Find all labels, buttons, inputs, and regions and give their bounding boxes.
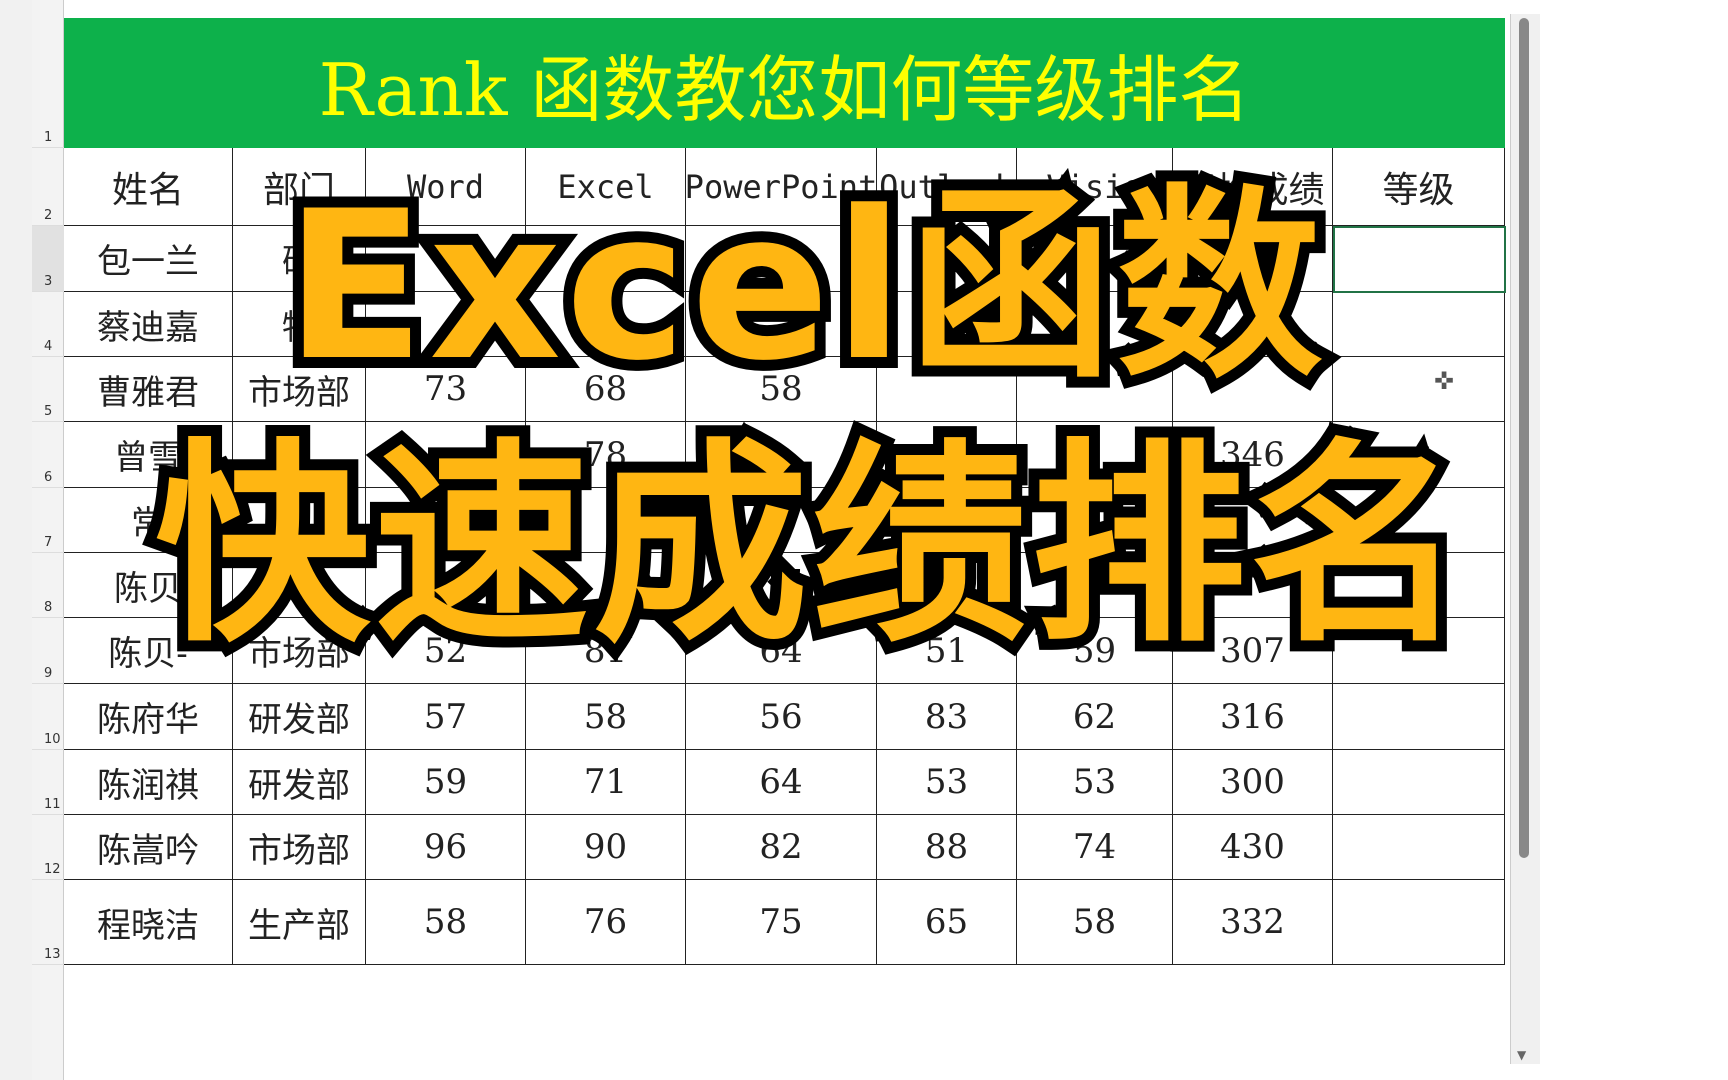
row-header[interactable]: 9 — [32, 618, 64, 684]
table-cell[interactable] — [1333, 684, 1505, 750]
table-cell[interactable]: 53 — [1017, 750, 1173, 815]
table-cell[interactable] — [1333, 292, 1505, 357]
table-cell[interactable]: 74 — [1017, 815, 1173, 880]
table-cell[interactable]: 研发部 — [233, 750, 366, 815]
table-cell[interactable]: 研发部 — [233, 684, 366, 750]
row-header[interactable]: 7 — [32, 488, 64, 553]
overlay-headline-2: 快速成绩排名 — [144, 420, 1476, 671]
table-cell[interactable]: 64 — [686, 750, 877, 815]
row-header[interactable]: 3 — [32, 226, 64, 292]
table-cell[interactable]: 58 — [366, 880, 526, 965]
row-header[interactable]: 13 — [32, 880, 64, 965]
row-header[interactable]: 6 — [32, 422, 64, 488]
table-cell[interactable] — [1333, 750, 1505, 815]
row-header[interactable]: 1 — [32, 18, 64, 148]
vertical-scrollbar[interactable]: ▼ — [1510, 14, 1540, 1064]
selected-cell[interactable] — [1333, 226, 1506, 293]
table-cell[interactable]: 曹雅君 — [64, 357, 233, 422]
row-header[interactable]: 4 — [32, 292, 64, 357]
row-header[interactable]: 10 — [32, 684, 64, 750]
table-cell[interactable]: 59 — [366, 750, 526, 815]
table-cell[interactable]: 65 — [877, 880, 1017, 965]
row-header[interactable]: 5 — [32, 357, 64, 422]
overlay-headline-1: Excel函数 — [274, 168, 1333, 406]
table-cell[interactable] — [1333, 880, 1505, 965]
row-header[interactable]: 11 — [32, 750, 64, 815]
sheet-title-cell[interactable]: Rank 函数教您如何等级排名 — [64, 18, 1505, 148]
table-cell[interactable]: 陈嵩吟 — [64, 815, 233, 880]
row-headers: 1 2 3 4 5 6 7 8 9 10 11 12 13 — [32, 0, 64, 1080]
table-cell[interactable]: 96 — [366, 815, 526, 880]
table-cell[interactable]: 生产部 — [233, 880, 366, 965]
table-cell[interactable]: 蔡迪嘉 — [64, 292, 233, 357]
table-cell[interactable]: 88 — [877, 815, 1017, 880]
table-cell[interactable]: 71 — [526, 750, 686, 815]
table-cell[interactable]: 83 — [877, 684, 1017, 750]
table-cell[interactable]: 76 — [526, 880, 686, 965]
table-cell[interactable]: 58 — [526, 684, 686, 750]
table-cell[interactable]: 430 — [1173, 815, 1333, 880]
table-cell[interactable]: 53 — [877, 750, 1017, 815]
table-cell[interactable]: 332 — [1173, 880, 1333, 965]
table-cell[interactable]: 82 — [686, 815, 877, 880]
table-cell[interactable] — [1333, 357, 1505, 422]
row-header[interactable]: 2 — [32, 148, 64, 226]
table-cell[interactable]: 市场部 — [233, 815, 366, 880]
column-header-cell[interactable]: 等级 — [1333, 148, 1505, 226]
scrollbar-thumb[interactable] — [1519, 18, 1529, 858]
row-header[interactable]: 12 — [32, 815, 64, 880]
table-cell[interactable]: 57 — [366, 684, 526, 750]
cell-cursor-icon: ✜ — [1434, 367, 1455, 395]
table-cell[interactable]: 75 — [686, 880, 877, 965]
table-cell[interactable]: 90 — [526, 815, 686, 880]
row-header[interactable]: 8 — [32, 553, 64, 618]
column-header-cell[interactable]: 姓名 — [64, 148, 233, 226]
table-cell[interactable]: 300 — [1173, 750, 1333, 815]
scroll-down-arrow-icon[interactable]: ▼ — [1517, 1048, 1526, 1062]
table-cell[interactable]: 62 — [1017, 684, 1173, 750]
table-cell[interactable]: 58 — [1017, 880, 1173, 965]
table-cell[interactable]: 陈润祺 — [64, 750, 233, 815]
table-cell[interactable]: 包一兰 — [64, 226, 233, 292]
table-cell[interactable]: 陈府华 — [64, 684, 233, 750]
table-cell[interactable]: 程晓洁 — [64, 880, 233, 965]
table-cell[interactable]: 56 — [686, 684, 877, 750]
table-cell[interactable] — [1333, 815, 1505, 880]
table-cell[interactable]: 316 — [1173, 684, 1333, 750]
